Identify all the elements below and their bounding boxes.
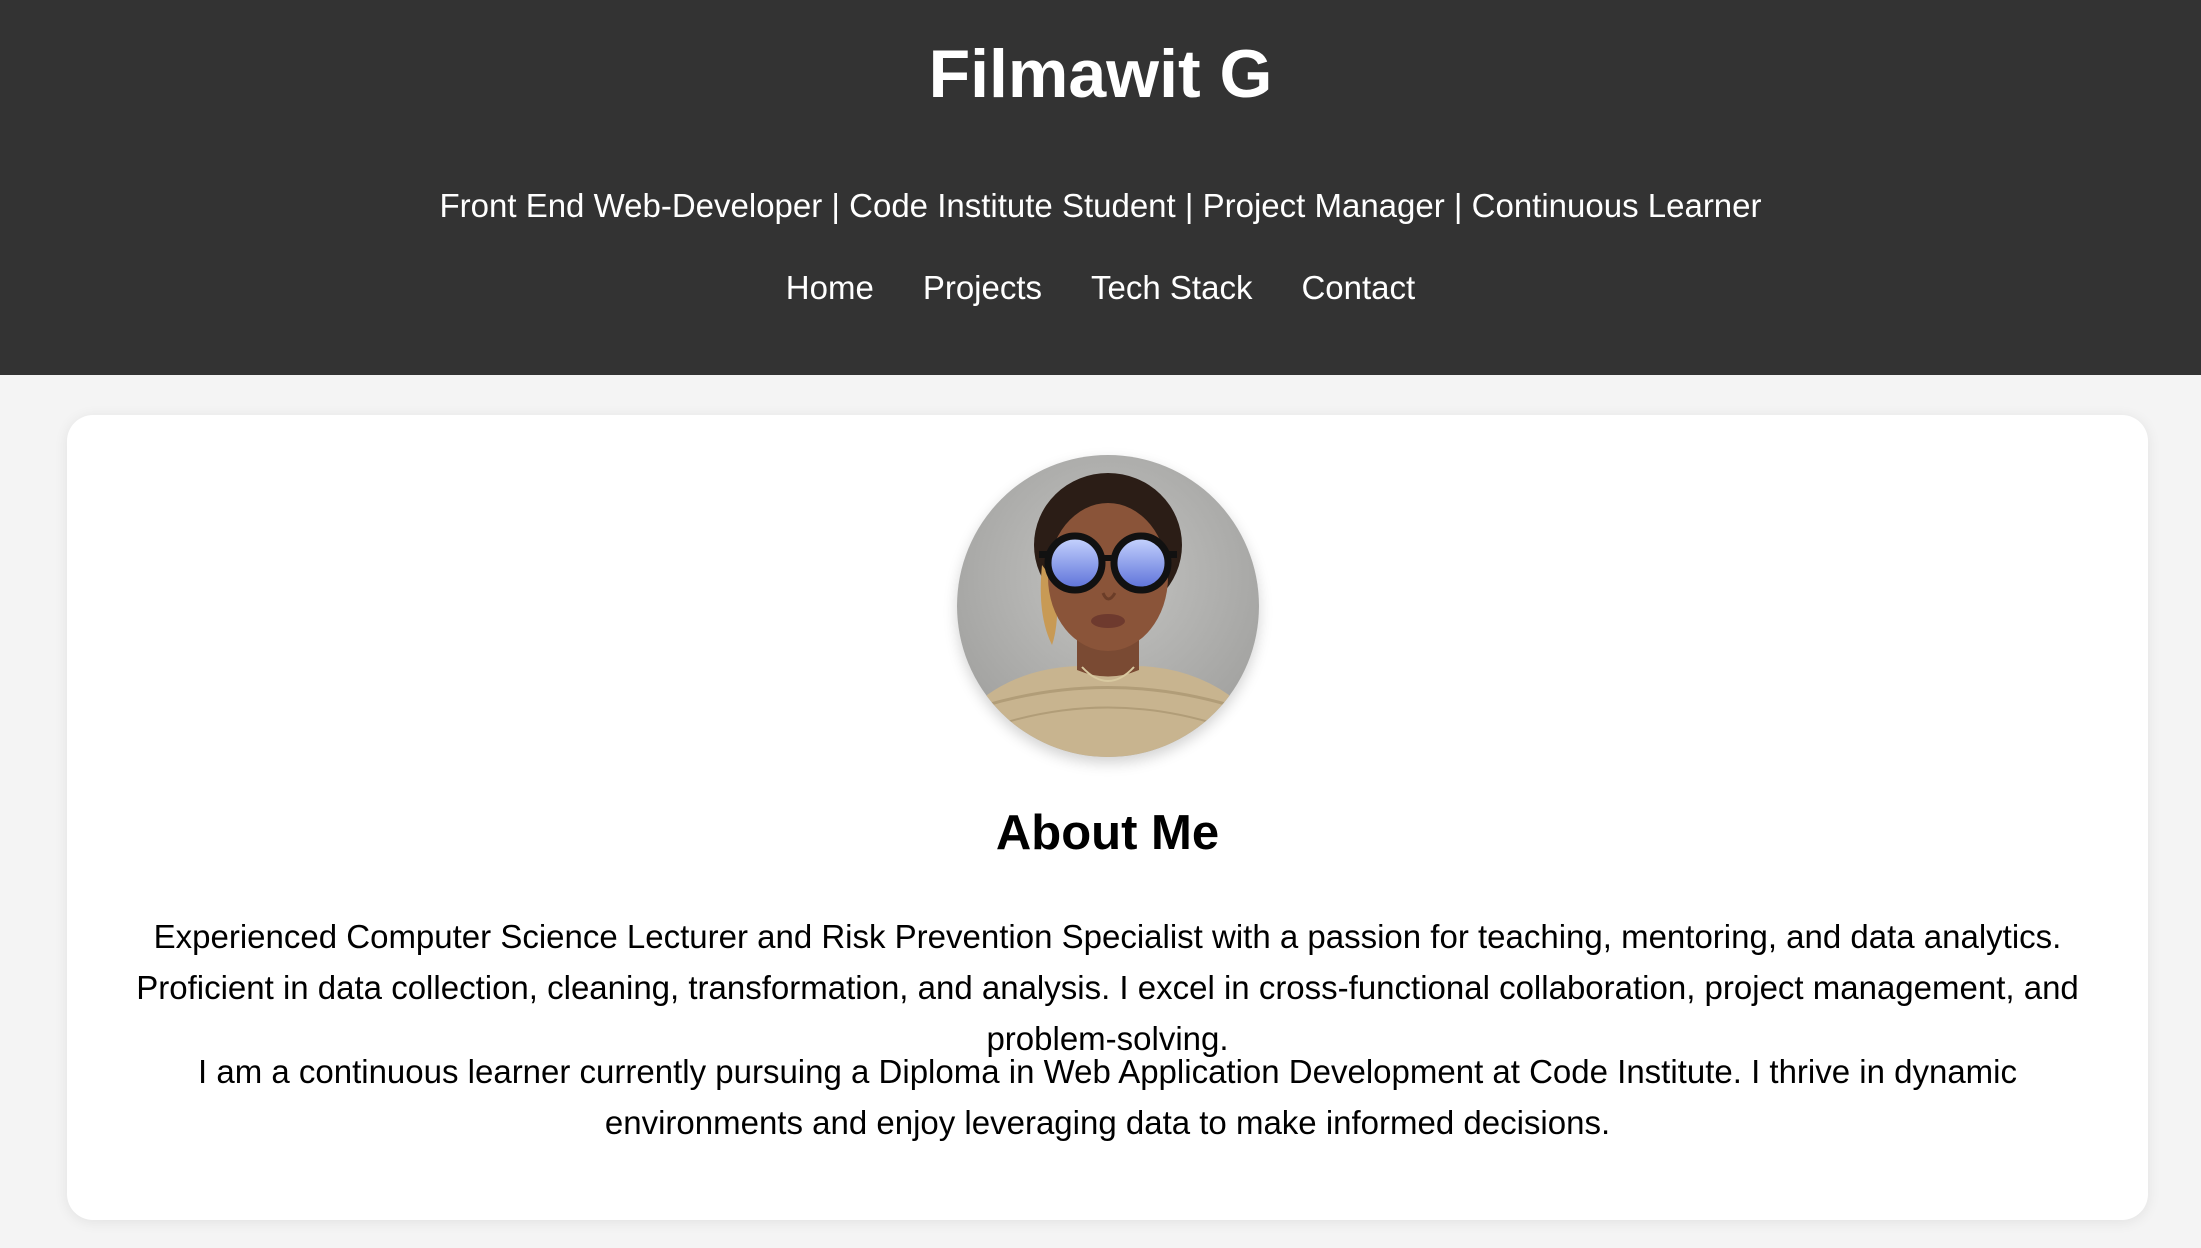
about-card: About Me Experienced Computer Science Le… [67,415,2148,1220]
nav-link-projects[interactable]: Projects [923,268,1042,308]
profile-photo [957,455,1259,757]
main-nav: Home Projects Tech Stack Contact [0,268,2201,308]
site-header: Filmawit G Front End Web-Developer | Cod… [0,0,2201,375]
about-paragraph-2: I am a continuous learner currently purs… [198,1053,2017,1141]
nav-link-tech-stack[interactable]: Tech Stack [1091,268,1252,308]
profile-photo-illustration [957,455,1259,757]
about-paragraph-1: Experienced Computer Science Lecturer an… [136,918,2079,1057]
nav-link-home[interactable]: Home [786,268,874,308]
site-tagline: Front End Web-Developer | Code Institute… [439,187,1762,224]
site-title: Filmawit G [928,36,1273,112]
about-heading: About Me [995,806,1220,860]
nav-link-contact[interactable]: Contact [1301,268,1415,308]
